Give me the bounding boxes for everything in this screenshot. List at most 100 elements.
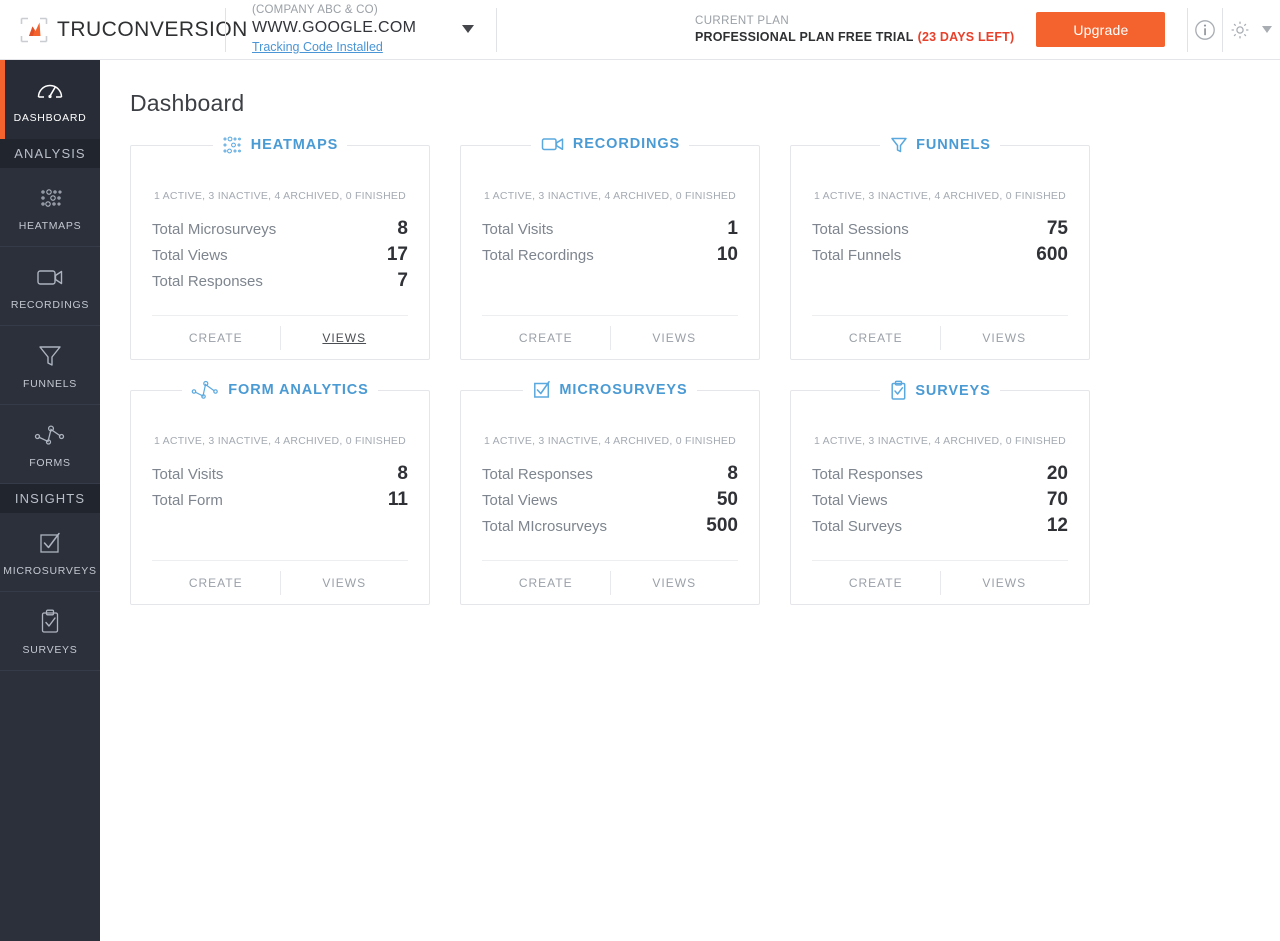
- card-stats: Total Visits 1 Total Recordings 10: [461, 202, 759, 268]
- sidebar-item-dashboard[interactable]: DASHBOARD: [0, 60, 100, 139]
- plan-days-left: (23 DAYS LEFT): [918, 30, 1015, 44]
- sidebar-item-label: FORMS: [29, 457, 70, 469]
- stat-row: Total Recordings 10: [482, 242, 738, 268]
- stat-value: 600: [1036, 244, 1068, 266]
- gear-icon[interactable]: [1223, 13, 1257, 47]
- views-button[interactable]: VIEWS: [941, 576, 1069, 590]
- current-plan: CURRENT PLAN PROFESSIONAL PLAN FREE TRIA…: [695, 14, 1014, 46]
- dot-grid-icon: [222, 135, 244, 155]
- create-button[interactable]: CREATE: [482, 331, 610, 345]
- upgrade-button[interactable]: Upgrade: [1036, 12, 1165, 47]
- stat-row: Total Form 11: [152, 487, 408, 513]
- stat-row: Total Microsurveys 8: [152, 216, 408, 242]
- stat-value: 10: [717, 244, 738, 266]
- brand[interactable]: TRUCONVERSION: [0, 17, 225, 43]
- card-stats: Total Responses 20 Total Views 70 Total …: [791, 447, 1089, 539]
- stat-value: 7: [397, 270, 408, 292]
- stat-label: Total Responses: [482, 466, 593, 483]
- views-button[interactable]: VIEWS: [941, 331, 1069, 345]
- create-button[interactable]: CREATE: [812, 331, 940, 345]
- truconversion-logo-icon: [20, 17, 48, 43]
- create-button[interactable]: CREATE: [812, 576, 940, 590]
- stat-label: Total Visits: [482, 221, 553, 238]
- stat-row: Total Funnels 600: [812, 242, 1068, 268]
- stat-row: Total Responses 20: [812, 461, 1068, 487]
- card-stats: Total Visits 8 Total Form 11: [131, 447, 429, 513]
- sidebar-item-heatmaps[interactable]: HEATMAPS: [0, 168, 100, 247]
- stat-value: 17: [387, 244, 408, 266]
- card-stats: Total Responses 8 Total Views 50 Total M…: [461, 447, 759, 539]
- stat-value: 8: [397, 218, 408, 240]
- views-button[interactable]: VIEWS: [281, 576, 409, 590]
- views-button[interactable]: VIEWS: [611, 331, 739, 345]
- card-header: MICROSURVEYS: [461, 380, 759, 400]
- card-title: MICROSURVEYS: [559, 382, 687, 398]
- card-footer: CREATE VIEWS: [152, 560, 408, 604]
- views-button[interactable]: VIEWS: [281, 331, 409, 345]
- stat-label: Total Sessions: [812, 221, 909, 238]
- stat-row: Total Views 17: [152, 242, 408, 268]
- dashboard-card-grid: HEATMAPS 1 ACTIVE, 3 INACTIVE, 4 ARCHIVE…: [100, 117, 1280, 605]
- stat-value: 1: [727, 218, 738, 240]
- sidebar-item-microsurveys[interactable]: MICROSURVEYS: [0, 513, 100, 592]
- stat-label: Total Responses: [812, 466, 923, 483]
- stat-row: Total MIcrosurveys 500: [482, 513, 738, 539]
- dashboard-card-recordings: RECORDINGS 1 ACTIVE, 3 INACTIVE, 4 ARCHI…: [460, 145, 760, 360]
- stat-value: 12: [1047, 515, 1068, 537]
- stat-label: Total Microsurveys: [152, 221, 276, 238]
- speedometer-icon: [35, 75, 65, 105]
- stat-row: Total Responses 8: [482, 461, 738, 487]
- create-button[interactable]: CREATE: [482, 576, 610, 590]
- create-button[interactable]: CREATE: [152, 576, 280, 590]
- sidebar-item-recordings[interactable]: RECORDINGS: [0, 247, 100, 326]
- stat-value: 75: [1047, 218, 1068, 240]
- stat-value: 8: [727, 463, 738, 485]
- stat-row: Total Sessions 75: [812, 216, 1068, 242]
- brand-name: TRUCONVERSION: [57, 18, 248, 42]
- card-stats: Total Microsurveys 8 Total Views 17 Tota…: [131, 202, 429, 294]
- stat-row: Total Visits 1: [482, 216, 738, 242]
- info-icon[interactable]: [1188, 13, 1222, 47]
- stat-row: Total Views 70: [812, 487, 1068, 513]
- settings-chevron-down-icon[interactable]: [1262, 26, 1272, 33]
- dashboard-card-funnels: FUNNELS 1 ACTIVE, 3 INACTIVE, 4 ARCHIVED…: [790, 145, 1090, 360]
- sidebar-item-label: RECORDINGS: [11, 299, 89, 311]
- video-camera-icon: [540, 135, 566, 153]
- checkbox-icon: [532, 380, 552, 400]
- stat-label: Total Recordings: [482, 247, 594, 264]
- funnel-icon: [889, 135, 909, 155]
- tracking-code-link[interactable]: Tracking Code Installed: [252, 40, 383, 55]
- stat-label: Total Funnels: [812, 247, 901, 264]
- chevron-down-icon[interactable]: [462, 25, 474, 33]
- card-footer: CREATE VIEWS: [482, 315, 738, 359]
- card-footer: CREATE VIEWS: [152, 315, 408, 359]
- stat-label: Total Visits: [152, 466, 223, 483]
- sidebar-item-surveys[interactable]: SURVEYS: [0, 592, 100, 671]
- account-company: (COMPANY ABC & CO): [252, 3, 496, 17]
- card-title: RECORDINGS: [573, 136, 680, 152]
- card-title: SURVEYS: [915, 383, 990, 399]
- checkbox-icon: [37, 528, 63, 558]
- views-button[interactable]: VIEWS: [611, 576, 739, 590]
- card-title: FORM ANALYTICS: [228, 382, 368, 398]
- sidebar-section-insights: INSIGHTS: [0, 484, 100, 513]
- card-footer: CREATE VIEWS: [482, 560, 738, 604]
- page-title: Dashboard: [100, 60, 1280, 117]
- card-title: FUNNELS: [916, 137, 991, 153]
- stat-value: 70: [1047, 489, 1068, 511]
- funnel-icon: [36, 341, 64, 371]
- dashboard-card-form-analytics: FORM ANALYTICS 1 ACTIVE, 3 INACTIVE, 4 A…: [130, 390, 430, 605]
- card-header: SURVEYS: [791, 380, 1089, 402]
- sidebar-item-label: MICROSURVEYS: [3, 565, 96, 577]
- create-button[interactable]: CREATE: [152, 331, 280, 345]
- stat-value: 11: [388, 489, 408, 511]
- card-status: 1 ACTIVE, 3 INACTIVE, 4 ARCHIVED, 0 FINI…: [461, 146, 759, 202]
- sidebar: DASHBOARD ANALYSIS HEATMAPS: [0, 60, 100, 941]
- sidebar-item-funnels[interactable]: FUNNELS: [0, 326, 100, 405]
- sidebar-item-label: DASHBOARD: [14, 112, 87, 124]
- sidebar-item-forms[interactable]: FORMS: [0, 405, 100, 484]
- dashboard-card-surveys: SURVEYS 1 ACTIVE, 3 INACTIVE, 4 ARCHIVED…: [790, 390, 1090, 605]
- account-selector[interactable]: (COMPANY ABC & CO) WWW.GOOGLE.COM Tracki…: [226, 3, 496, 56]
- stat-label: Total MIcrosurveys: [482, 518, 607, 535]
- stat-label: Total Responses: [152, 273, 263, 290]
